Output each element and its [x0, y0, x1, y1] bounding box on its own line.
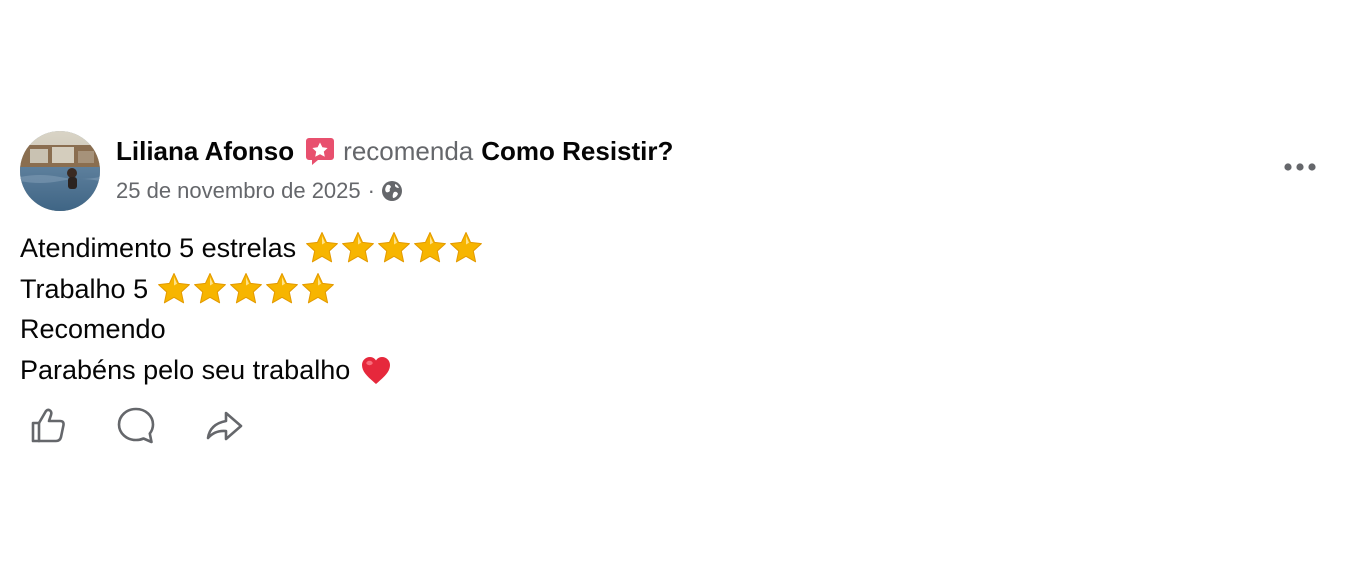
globe-icon [381, 180, 403, 202]
body-line-text: Trabalho 5 [20, 273, 149, 304]
star-emoji-icon [376, 230, 412, 266]
like-icon [31, 408, 65, 443]
share-icon [206, 411, 243, 441]
body-line: Parabéns pelo seu trabalho [20, 350, 484, 391]
post-header: Liliana Afonso recomenda Como Resistir? [116, 132, 673, 170]
star-emoji-icon [156, 271, 192, 307]
body-line-text: Recomendo [20, 314, 166, 344]
recommend-action-text: recomenda [343, 135, 474, 166]
body-line: Atendimento 5 estrelas [20, 228, 484, 269]
body-line: Recomendo [20, 309, 484, 350]
author-name[interactable]: Liliana Afonso [116, 136, 294, 167]
recommend-star-icon [304, 135, 336, 167]
star-emoji-icon [228, 271, 264, 307]
star-emoji-icon [412, 230, 448, 266]
comment-icon [117, 407, 155, 444]
star-emoji-row [304, 230, 484, 266]
post-body: Atendimento 5 estrelas Trabalho 5 Recome… [20, 228, 484, 390]
heart-emoji-row [358, 352, 394, 388]
star-emoji-icon [300, 271, 336, 307]
star-emoji-icon [264, 271, 300, 307]
meta-separator: · [367, 178, 375, 203]
comment-button[interactable] [112, 402, 160, 450]
body-line-text: Parabéns pelo seu trabalho [20, 354, 351, 385]
post-actions [24, 402, 288, 450]
post-date[interactable]: 25 de novembro de 2025 [116, 178, 361, 204]
red-heart-icon [358, 352, 394, 388]
avatar-image [20, 131, 100, 211]
review-post: Liliana Afonso recomenda Como Resistir? … [0, 0, 1351, 576]
like-button[interactable] [24, 402, 72, 450]
more-horizontal-icon [1284, 163, 1316, 171]
star-emoji-icon [448, 230, 484, 266]
star-emoji-icon [340, 230, 376, 266]
post-meta: 25 de novembro de 2025 · [116, 174, 403, 208]
star-emoji-icon [192, 271, 228, 307]
star-emoji-icon [304, 230, 340, 266]
more-options-button[interactable] [1276, 150, 1324, 184]
share-button[interactable] [200, 402, 248, 450]
page-name-link[interactable]: Como Resistir? [481, 136, 673, 167]
body-line-text: Atendimento 5 estrelas [20, 233, 297, 263]
star-emoji-row [156, 271, 336, 307]
body-line: Trabalho 5 [20, 269, 484, 310]
avatar[interactable] [20, 131, 100, 211]
